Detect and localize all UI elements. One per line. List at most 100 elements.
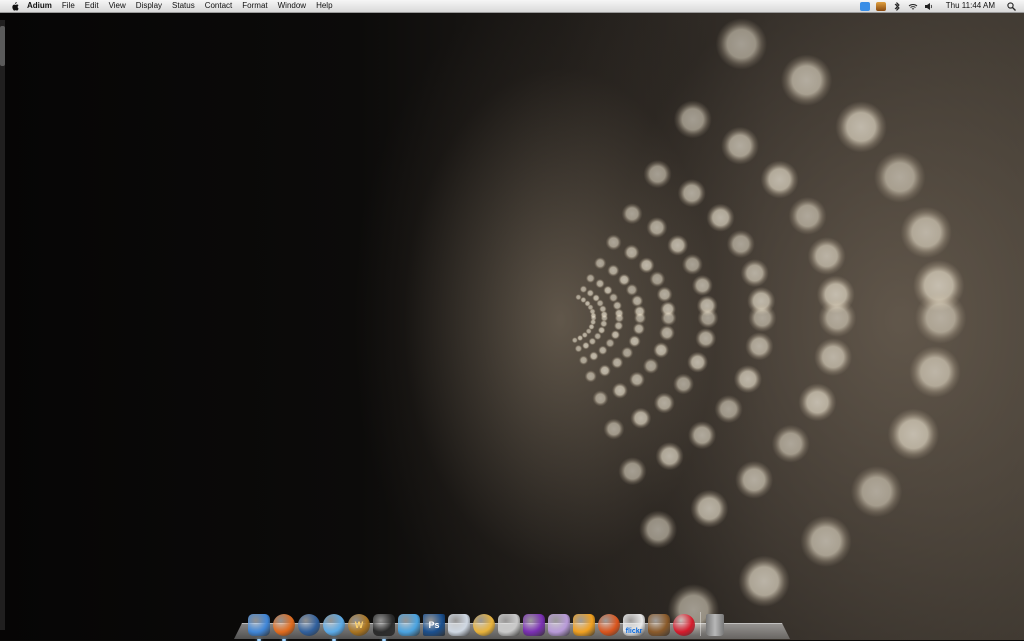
adium-icon[interactable] — [373, 614, 395, 641]
bokeh-dot — [598, 364, 611, 377]
bokeh-dot — [915, 292, 967, 344]
frame-icon[interactable] — [523, 614, 545, 636]
bokeh-dot — [605, 234, 622, 251]
bokeh-dot — [595, 278, 605, 289]
menu-status[interactable]: Status — [172, 0, 195, 12]
bokeh-dot — [594, 257, 607, 270]
bokeh-dot — [589, 351, 599, 361]
bokeh-dot — [605, 338, 615, 348]
menu-display[interactable]: Display — [136, 0, 162, 12]
bokeh-dot — [613, 321, 624, 331]
bokeh-dot — [639, 510, 678, 549]
bokeh-dot — [909, 346, 961, 398]
menu-edit[interactable]: Edit — [85, 0, 99, 12]
bokeh-dot — [745, 332, 774, 361]
flickr-icon[interactable]: flickr — [623, 614, 645, 636]
bokeh-dot — [748, 303, 777, 333]
adium-status-icon[interactable] — [859, 1, 870, 11]
menu-contact[interactable]: Contact — [205, 0, 233, 12]
bokeh-dot — [578, 355, 589, 365]
bokeh-dot — [574, 344, 583, 353]
bokeh-dot — [835, 101, 887, 153]
bokeh-dot — [577, 334, 584, 342]
menu-view[interactable]: View — [109, 0, 126, 12]
truck-icon[interactable] — [548, 614, 570, 636]
bokeh-dot — [687, 351, 709, 373]
bokeh-dot — [688, 421, 717, 450]
thunderbird-icon[interactable] — [298, 614, 320, 636]
bokeh-dot — [638, 257, 655, 274]
pen-tool-icon[interactable] — [498, 614, 520, 636]
dock: W Ps flickr — [234, 602, 790, 641]
photoshop-icon[interactable]: Ps — [423, 614, 445, 636]
dock-separator — [700, 612, 701, 636]
menu-format[interactable]: Format — [242, 0, 267, 12]
bokeh-dot — [798, 383, 837, 422]
bokeh-dot — [740, 259, 769, 288]
bokeh-dot — [695, 328, 717, 349]
firefox-icon[interactable] — [273, 614, 295, 641]
left-edge-scrollbar[interactable] — [0, 20, 5, 630]
bokeh-dot — [579, 285, 588, 294]
bokeh-dot — [673, 373, 694, 395]
menubar-clock[interactable]: Thu 11:44 AM — [946, 0, 995, 12]
bokeh-dot — [623, 244, 640, 261]
chat-icon[interactable] — [448, 614, 470, 636]
flame-icon[interactable] — [598, 614, 620, 636]
bokeh-dot — [760, 160, 799, 199]
growl-icon[interactable] — [875, 1, 886, 11]
sidenote-icon[interactable] — [398, 614, 420, 636]
warcraft-icon[interactable]: W — [348, 614, 370, 636]
dock-icons: W Ps flickr — [248, 612, 727, 641]
menu-bar: Adium File Edit View Display Status Cont… — [0, 0, 1024, 13]
wifi-icon[interactable] — [908, 2, 918, 11]
trash-icon[interactable] — [706, 614, 724, 636]
bokeh-dot — [646, 217, 668, 238]
flickr-label: flickr — [625, 627, 643, 635]
bokeh-dot — [735, 460, 774, 499]
bokeh-dot — [586, 289, 595, 297]
bokeh-dot — [588, 337, 597, 346]
bokeh-dot — [585, 273, 596, 283]
bokeh-dot — [611, 382, 628, 399]
globe-icon[interactable] — [473, 614, 495, 636]
spotlight-icon[interactable] — [1007, 1, 1016, 11]
menu-help[interactable]: Help — [316, 0, 332, 12]
bluetooth-icon[interactable] — [892, 1, 902, 11]
duck-icon[interactable] — [573, 614, 595, 636]
bokeh-dot — [818, 299, 857, 337]
bokeh-dot — [607, 264, 620, 277]
bokeh-dot — [673, 100, 712, 139]
bokeh-dot — [621, 346, 634, 359]
bokeh-dot — [628, 335, 641, 348]
bokeh-dot — [691, 274, 713, 296]
bokeh-dot — [721, 126, 759, 165]
bokeh-dot — [771, 424, 810, 463]
menu-app-name[interactable]: Adium — [27, 0, 52, 12]
bokeh-dot — [582, 341, 590, 350]
apple-icon[interactable] — [10, 1, 19, 11]
finder-icon[interactable] — [248, 614, 270, 641]
bokeh-dot — [598, 345, 608, 355]
bokeh-dot — [667, 234, 689, 256]
bokeh-dot — [653, 392, 675, 414]
bokeh-dot — [629, 371, 645, 388]
bokeh-dot — [690, 489, 729, 528]
bokeh-dot — [632, 322, 646, 335]
bokeh-dot — [618, 457, 647, 486]
photo-booth-icon[interactable] — [648, 614, 670, 636]
menu-window[interactable]: Window — [278, 0, 306, 12]
bokeh-dot — [656, 286, 673, 303]
menu-file[interactable]: File — [62, 0, 75, 12]
bokeh-dot — [726, 229, 755, 259]
bokeh-dot — [681, 253, 703, 275]
bokeh-dot — [706, 203, 735, 232]
volume-icon[interactable] — [924, 2, 934, 11]
scroll-thumb[interactable] — [0, 26, 5, 66]
itunes-icon[interactable] — [323, 614, 345, 641]
bokeh-dot — [660, 310, 677, 326]
bokeh-dot — [621, 203, 643, 225]
bokeh-dot — [642, 357, 659, 374]
lastfm-icon[interactable] — [673, 614, 695, 636]
bokeh-dot — [887, 408, 940, 460]
